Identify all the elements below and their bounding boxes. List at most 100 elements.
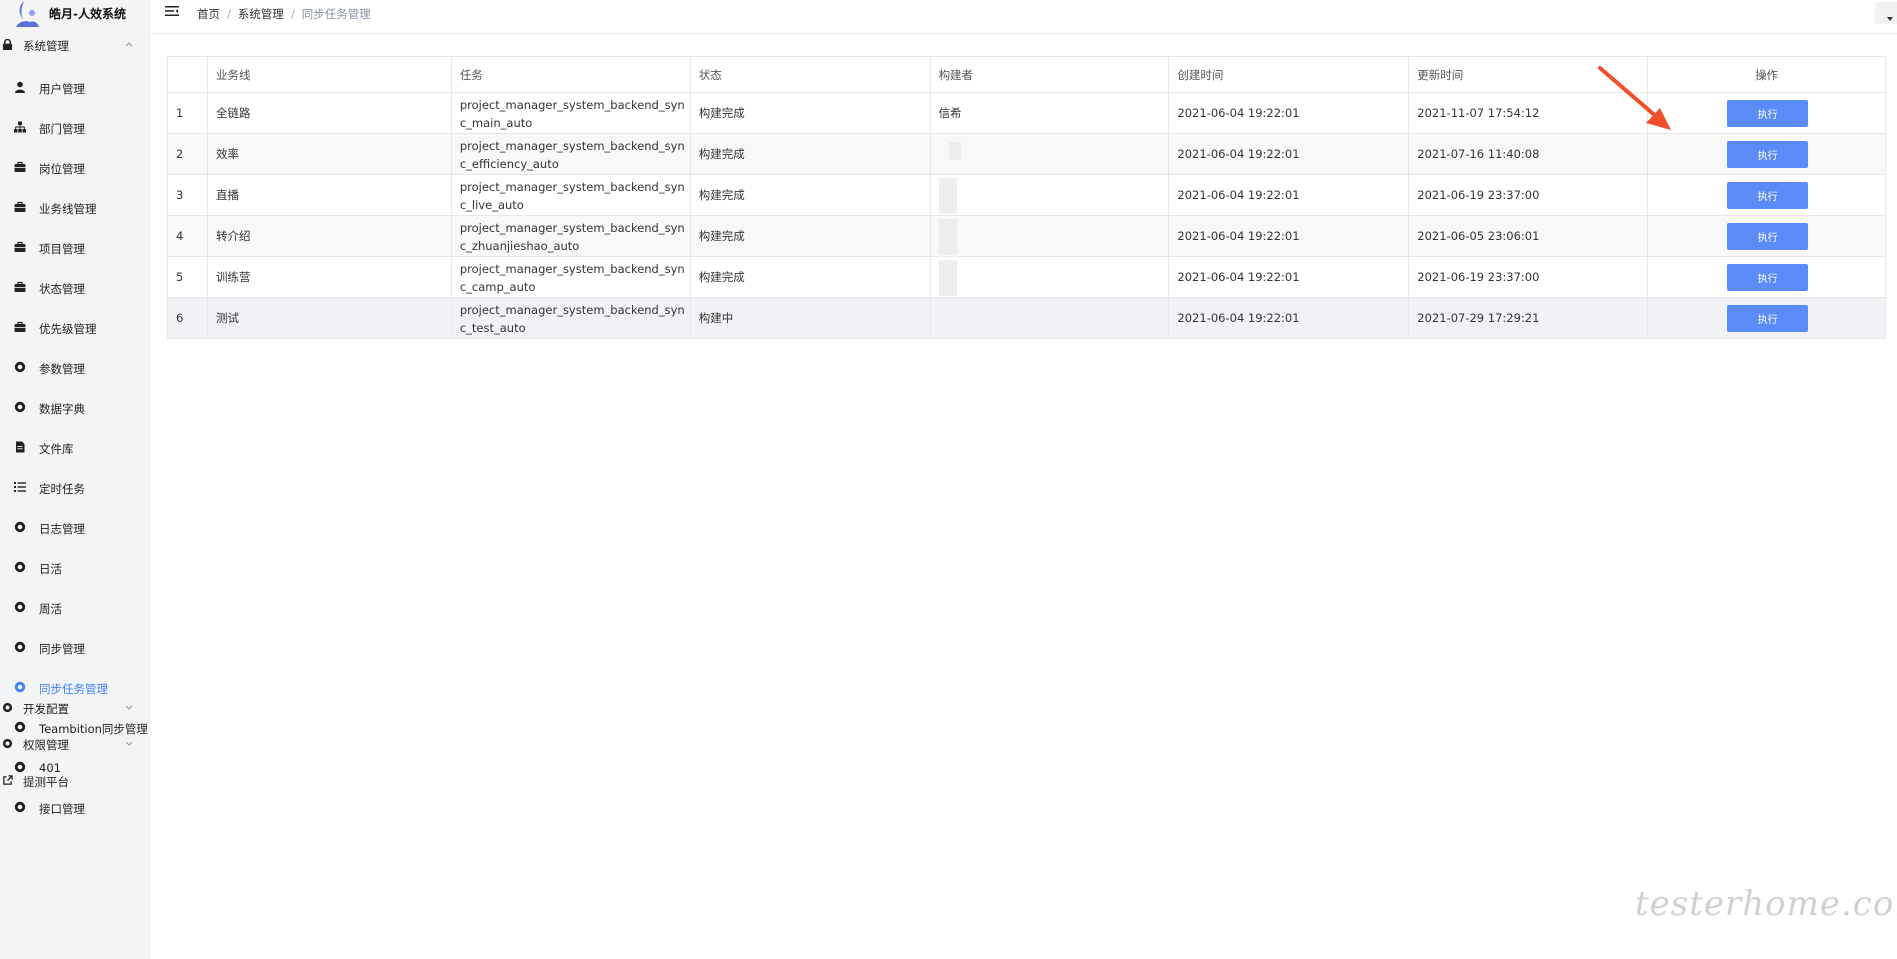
column-header-label: 更新时间: [1417, 67, 1464, 82]
table-row: 3 直播 project_manager_system_backend_sync_l…: [168, 175, 1886, 216]
cell-created: 2021-06-04 19:22:01: [1169, 134, 1410, 175]
avatar[interactable]: [1875, 2, 1897, 24]
app-logo[interactable]: 皓月-人效系统: [0, 0, 151, 27]
sidebar: 皓月-人效系统 系统管理 用户管理部门管理岗位管理业务线管理项目管理状态管理优先…: [0, 0, 151, 959]
sidebar-item[interactable]: 同步任务管理: [0, 677, 151, 699]
execute-button[interactable]: 执行: [1727, 100, 1809, 127]
sidebar-item[interactable]: 项目管理: [0, 237, 151, 259]
gear-icon: [14, 561, 26, 573]
sidebar-item[interactable]: 部门管理: [0, 117, 151, 139]
cell-text: 2021-06-19 23:37:00: [1417, 188, 1540, 202]
cell-text: project_manager_system_backend_sync_camp…: [459, 262, 685, 294]
menu-group-system[interactable]: 系统管理: [0, 35, 151, 55]
cell-created: 2021-06-04 19:22:01: [1169, 298, 1410, 339]
cell-created: 2021-06-04 19:22:01: [1169, 257, 1410, 298]
cell-text: 构建完成: [698, 229, 745, 243]
cell-actions: 执行: [1648, 298, 1886, 339]
sidebar-item-label: 日志管理: [39, 522, 85, 536]
cell-text: 3: [176, 188, 184, 202]
sidebar-item[interactable]: 周活: [0, 597, 151, 619]
sidebar-item-label: 周活: [39, 602, 62, 616]
cell-actions: 执行: [1648, 257, 1886, 298]
cell-created: 2021-06-04 19:22:01: [1169, 93, 1410, 134]
menu-group-dev-config[interactable]: 开发配置: [0, 698, 151, 718]
sidebar-item[interactable]: 日志管理: [0, 517, 151, 539]
sidebar-item[interactable]: 日活: [0, 557, 151, 579]
sidebar-item[interactable]: 接口管理: [0, 797, 151, 819]
sidebar-item-label: 数据字典: [39, 402, 85, 416]
menu-toggle-icon[interactable]: [165, 5, 179, 17]
gear-icon: [14, 801, 26, 813]
caret-down-icon[interactable]: [1887, 17, 1893, 21]
cell-builder: [930, 298, 1170, 339]
sidebar-item[interactable]: 岗位管理: [0, 157, 151, 179]
cell-text: 信希: [938, 106, 962, 120]
list-icon: [14, 482, 26, 492]
redacted-block: [938, 260, 957, 296]
column-header-index: [168, 57, 208, 93]
cell-text: 构建完成: [698, 106, 745, 120]
briefcase-icon: [14, 281, 26, 292]
execute-button[interactable]: 执行: [1727, 223, 1809, 250]
column-header-builder: 构建者: [930, 57, 1170, 93]
gear-icon: [14, 681, 26, 693]
top-header: 首页 / 系统管理 / 同步任务管理: [151, 0, 1897, 34]
execute-button[interactable]: 执行: [1727, 182, 1809, 209]
gear-icon: [2, 738, 13, 749]
cell-actions: 执行: [1648, 134, 1886, 175]
breadcrumb-separator: /: [290, 7, 295, 21]
redacted-block: [938, 178, 957, 214]
cell-text: project_manager_system_backend_sync_zhua…: [459, 221, 685, 253]
cell-text: project_manager_system_backend_sync_effi…: [459, 139, 685, 171]
sidebar-item-label: 文件库: [39, 442, 74, 456]
sidebar-item[interactable]: 数据字典: [0, 397, 151, 419]
sidebar-item[interactable]: 业务线管理: [0, 197, 151, 219]
cell-updated: 2021-06-19 23:37:00: [1409, 257, 1649, 298]
cell-text: 2: [176, 147, 184, 161]
chevron-down-icon: [125, 705, 133, 710]
menu-item-test-platform[interactable]: 提测平台: [0, 771, 151, 791]
cell-actions: 执行: [1648, 175, 1886, 216]
cell-business-line: 全链路: [207, 93, 452, 134]
sidebar-item-label: 同步任务管理: [39, 682, 108, 696]
sidebar-item[interactable]: 状态管理: [0, 277, 151, 299]
sidebar-item[interactable]: 文件库: [0, 437, 151, 459]
menu-group-label: 开发配置: [23, 702, 69, 716]
execute-button[interactable]: 执行: [1727, 141, 1809, 168]
cell-text: 构建中: [698, 311, 734, 325]
cell-index: 6: [168, 298, 208, 339]
execute-button[interactable]: 执行: [1727, 264, 1809, 291]
sidebar-item-label: 岗位管理: [39, 162, 85, 176]
breadcrumb-system[interactable]: 系统管理: [238, 7, 284, 21]
cell-index: 5: [168, 257, 208, 298]
watermark: testerhome.com: [1635, 884, 1897, 924]
cell-created: 2021-06-04 19:22:01: [1169, 216, 1410, 257]
table-row: 6 测试 project_manager_system_backend_sync_t…: [168, 298, 1886, 339]
sidebar-item-label: 接口管理: [39, 802, 85, 816]
sidebar-item[interactable]: 参数管理: [0, 357, 151, 379]
lock-icon: [2, 39, 13, 50]
cell-index: 1: [168, 93, 208, 134]
column-header-status: 状态: [690, 57, 931, 93]
sidebar-item-label: 定时任务: [39, 482, 85, 496]
redacted-block: [938, 219, 957, 255]
gear-icon: [14, 601, 26, 613]
cell-index: 2: [168, 134, 208, 175]
cell-actions: 执行: [1648, 93, 1886, 134]
cell-text: 测试: [215, 311, 239, 325]
sidebar-item[interactable]: 同步管理: [0, 637, 151, 659]
gear-icon: [2, 702, 13, 713]
cell-text: 构建完成: [698, 188, 745, 202]
cell-text: 效率: [215, 147, 239, 161]
cell-text: 全链路: [215, 106, 251, 120]
cell-builder: [930, 216, 1170, 257]
gear-icon: [14, 361, 26, 373]
sidebar-item[interactable]: 用户管理: [0, 77, 151, 99]
sidebar-item[interactable]: 定时任务: [0, 477, 151, 499]
menu-group-permissions[interactable]: 权限管理: [0, 734, 151, 754]
sidebar-item[interactable]: 优先级管理: [0, 317, 151, 339]
cell-text: 直播: [215, 188, 239, 202]
column-header-label: 状态: [698, 67, 722, 82]
breadcrumb-home[interactable]: 首页: [197, 7, 220, 21]
execute-button[interactable]: 执行: [1727, 305, 1809, 332]
